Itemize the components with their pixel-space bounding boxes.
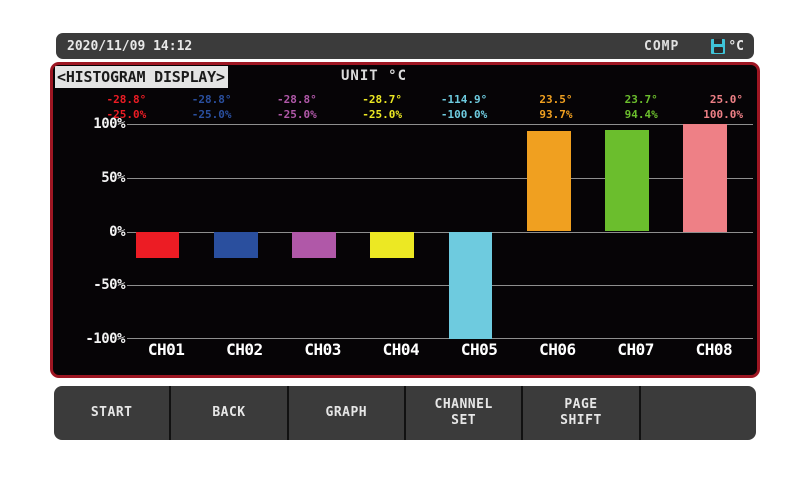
measurement-value: -28.8° xyxy=(277,93,317,106)
bar[interactable] xyxy=(448,231,493,339)
x-axis-tick-label: CH07 xyxy=(617,340,654,359)
page-title: <HISTOGRAM DISPLAY> xyxy=(55,66,228,88)
bar[interactable] xyxy=(135,231,180,259)
measurement-row: -28.8° -28.8° -28.8° -28.7° -114.9° 23.5° 23.7… xyxy=(53,92,757,107)
bar-slot[interactable] xyxy=(597,124,675,339)
measurement-value: -28.8° xyxy=(191,93,232,106)
x-axis-tick-label: CH05 xyxy=(460,340,498,359)
measurement-value: 25.0° xyxy=(709,93,743,106)
x-axis-tick-label: CH06 xyxy=(539,340,576,359)
x-axis-tick-label: CH08 xyxy=(695,340,733,359)
percent-value: -25.0% xyxy=(277,108,317,121)
y-axis-labels: 100% 50% 0% -50% -100% xyxy=(53,116,127,347)
bar[interactable] xyxy=(605,130,649,232)
channel-readouts: -28.8° -28.8° -28.8° -28.7° -114.9° 23.5° 23.7… xyxy=(53,92,757,122)
status-unit-label: °C xyxy=(728,38,744,54)
measurement-value: -114.9° xyxy=(440,93,488,106)
percent-value: -25.0% xyxy=(362,108,402,121)
bar-slot[interactable] xyxy=(205,124,283,339)
percent-value: -25.0% xyxy=(191,108,232,121)
bar-slot[interactable] xyxy=(518,124,596,339)
histogram-plot: 100% 50% 0% -50% -100% CH01 CH02 CH03 CH04 CH05 C… xyxy=(53,116,757,375)
bar-series xyxy=(127,124,753,339)
bar[interactable] xyxy=(292,231,336,259)
x-axis-tick-label: CH01 xyxy=(147,340,185,359)
data-logger-screen: 2020/11/09 14:12 COMP °C <HISTOGRAM DISP… xyxy=(50,33,760,463)
bar-slot[interactable] xyxy=(675,124,753,339)
bar[interactable] xyxy=(213,231,258,259)
measurement-value: 23.7° xyxy=(624,93,658,106)
x-axis-tick-label: CH03 xyxy=(304,340,341,359)
status-mode-comp: COMP xyxy=(644,38,680,54)
measurement-value: -28.8° xyxy=(106,93,147,106)
softkey-blank[interactable] xyxy=(641,386,756,440)
measurement-value: -28.7° xyxy=(362,93,402,106)
y-axis-tick-label: 100% xyxy=(93,116,125,132)
y-axis-tick-label: 50% xyxy=(101,169,125,186)
display-header: <HISTOGRAM DISPLAY> UNIT °C xyxy=(53,65,757,90)
plot-grid-area xyxy=(127,124,753,339)
percent-value: 100.0% xyxy=(703,108,743,121)
bar-slot[interactable] xyxy=(440,124,518,339)
softkey-channel-set[interactable]: CHANNEL SET xyxy=(406,386,524,440)
percent-value: -100.0% xyxy=(440,108,488,121)
y-axis-tick-label: -100% xyxy=(85,331,125,347)
y-axis-tick-label: -50% xyxy=(93,277,125,294)
softkey-back[interactable]: BACK xyxy=(171,386,289,440)
status-bar: 2020/11/09 14:12 COMP °C xyxy=(56,33,754,59)
percent-value: 94.4% xyxy=(624,108,658,121)
percent-value: 93.7% xyxy=(539,108,573,121)
softkey-graph[interactable]: GRAPH xyxy=(289,386,406,440)
floppy-disk-icon xyxy=(711,38,726,54)
softkey-page-shift[interactable]: PAGE SHIFT xyxy=(523,386,641,440)
bar-slot[interactable] xyxy=(284,124,362,339)
y-axis-tick-label: 0% xyxy=(109,223,125,240)
bar[interactable] xyxy=(370,231,415,259)
status-media-group: °C xyxy=(711,38,744,54)
percent-row: -25.0% -25.0% -25.0% -25.0% -100.0% 93.7% 94.4… xyxy=(53,107,757,122)
softkey-bar: START BACK GRAPH CHANNEL SET PAGE SHIFT xyxy=(54,386,756,440)
bar[interactable] xyxy=(683,124,728,232)
x-axis-labels: CH01 CH02 CH03 CH04 CH05 CH06 CH07 CH08 xyxy=(127,340,753,359)
histogram-display-panel: <HISTOGRAM DISPLAY> UNIT °C -28.8° -28.8°… xyxy=(50,62,760,378)
bar-slot[interactable] xyxy=(127,124,205,339)
softkey-start[interactable]: START xyxy=(54,386,172,440)
x-axis-tick-label: CH02 xyxy=(226,340,263,359)
x-axis-tick-label: CH04 xyxy=(382,340,420,359)
unit-label: UNIT °C xyxy=(341,68,408,84)
status-datetime: 2020/11/09 14:12 xyxy=(67,38,193,54)
measurement-value: 23.5° xyxy=(539,93,573,106)
bar[interactable] xyxy=(526,130,571,232)
bar-slot[interactable] xyxy=(362,124,440,339)
